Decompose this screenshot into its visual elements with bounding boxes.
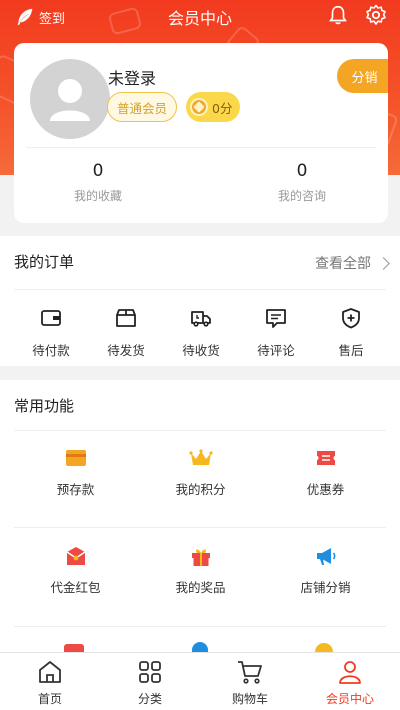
function-prepaid[interactable]: 预存款 bbox=[9, 447, 142, 498]
crown-icon bbox=[188, 449, 213, 465]
order-item-label: 待评论 bbox=[257, 343, 295, 358]
consultations-count: 0 bbox=[296, 161, 308, 181]
home-icon bbox=[39, 661, 61, 683]
shield-plus-icon bbox=[342, 308, 360, 329]
box-icon bbox=[116, 309, 136, 327]
top-bar: 签到 会员中心 bbox=[0, 0, 400, 32]
partial-icon bbox=[192, 642, 208, 652]
card-icon bbox=[65, 450, 86, 466]
order-item-label: 待发货 bbox=[107, 343, 145, 358]
gear-icon[interactable] bbox=[364, 3, 388, 27]
truck-icon bbox=[191, 311, 211, 327]
view-all-label: 查看全部 bbox=[315, 256, 371, 272]
function-label: 店铺分销 bbox=[300, 580, 351, 595]
order-pending-payment[interactable]: 待付款 bbox=[11, 306, 91, 359]
tab-cart[interactable]: 购物车 bbox=[200, 653, 300, 710]
coin-icon bbox=[190, 98, 208, 116]
function-label: 代金红包 bbox=[50, 580, 101, 595]
order-item-label: 待收货 bbox=[182, 343, 220, 358]
bell-icon[interactable] bbox=[327, 4, 349, 26]
consultations-label: 我的咨询 bbox=[277, 189, 326, 203]
favorites-stat[interactable]: 0 我的收藏 bbox=[28, 161, 168, 204]
function-prizes[interactable]: 我的奖品 bbox=[134, 545, 267, 596]
divider bbox=[14, 626, 386, 627]
divider bbox=[26, 147, 376, 148]
points-badge[interactable]: 0分 bbox=[186, 92, 240, 122]
function-label: 优惠券 bbox=[306, 482, 345, 497]
bottom-tab-bar: 首页 分类 购物车 会员中心 bbox=[0, 652, 400, 710]
comment-icon bbox=[266, 309, 286, 328]
divider bbox=[14, 527, 386, 528]
view-all-orders-link[interactable]: 查看全部 bbox=[315, 253, 390, 273]
chevron-right-icon bbox=[377, 256, 390, 270]
divider bbox=[14, 430, 386, 431]
functions-title: 常用功能 bbox=[14, 397, 75, 415]
tab-label: 会员中心 bbox=[325, 692, 374, 706]
member-level-badge: 普通会员 bbox=[107, 92, 177, 122]
coupon-icon bbox=[316, 451, 335, 465]
function-label: 预存款 bbox=[56, 482, 95, 497]
user-icon bbox=[339, 661, 361, 684]
favorites-count: 0 bbox=[92, 161, 104, 181]
order-item-label: 售后 bbox=[338, 343, 364, 358]
username[interactable]: 未登录 bbox=[108, 65, 156, 89]
order-after-sales[interactable]: 售后 bbox=[311, 306, 391, 359]
function-red-envelope[interactable]: 代金红包 bbox=[9, 545, 142, 596]
megaphone-icon bbox=[316, 548, 335, 565]
function-label: 我的积分 bbox=[175, 482, 226, 497]
points-value: 0分 bbox=[212, 100, 233, 116]
tab-category[interactable]: 分类 bbox=[100, 653, 200, 710]
functions-section bbox=[0, 380, 400, 652]
order-pending-review[interactable]: 待评论 bbox=[236, 306, 316, 359]
tab-member-center[interactable]: 会员中心 bbox=[300, 653, 400, 710]
divider bbox=[14, 289, 386, 290]
function-label: 我的奖品 bbox=[175, 580, 226, 595]
order-pending-shipment[interactable]: 待发货 bbox=[86, 306, 166, 359]
function-coupons[interactable]: 优惠券 bbox=[259, 447, 392, 498]
consultations-stat[interactable]: 0 我的咨询 bbox=[232, 161, 372, 204]
partial-icon bbox=[64, 644, 84, 652]
order-pending-receipt[interactable]: 待收货 bbox=[161, 306, 241, 359]
cart-icon bbox=[238, 661, 262, 684]
avatar[interactable] bbox=[30, 59, 110, 139]
user-placeholder-icon bbox=[50, 79, 90, 121]
orders-title: 我的订单 bbox=[14, 253, 75, 271]
tab-home[interactable]: 首页 bbox=[0, 653, 100, 710]
tab-label: 分类 bbox=[137, 692, 162, 706]
red-envelope-icon bbox=[66, 547, 85, 565]
profile-card: 未登录 普通会员 0分 分销 0 我的收藏 0 我的咨询 bbox=[14, 43, 388, 223]
gift-icon bbox=[191, 549, 210, 566]
order-item-label: 待付款 bbox=[32, 343, 70, 358]
favorites-label: 我的收藏 bbox=[73, 189, 122, 203]
tab-label: 购物车 bbox=[231, 692, 268, 706]
function-points[interactable]: 我的积分 bbox=[134, 447, 267, 498]
tab-label: 首页 bbox=[37, 692, 62, 706]
category-icon bbox=[139, 661, 161, 683]
distribute-button[interactable]: 分销 bbox=[337, 59, 388, 93]
wallet-icon bbox=[41, 310, 61, 326]
function-store-distribution[interactable]: 店铺分销 bbox=[259, 545, 392, 596]
